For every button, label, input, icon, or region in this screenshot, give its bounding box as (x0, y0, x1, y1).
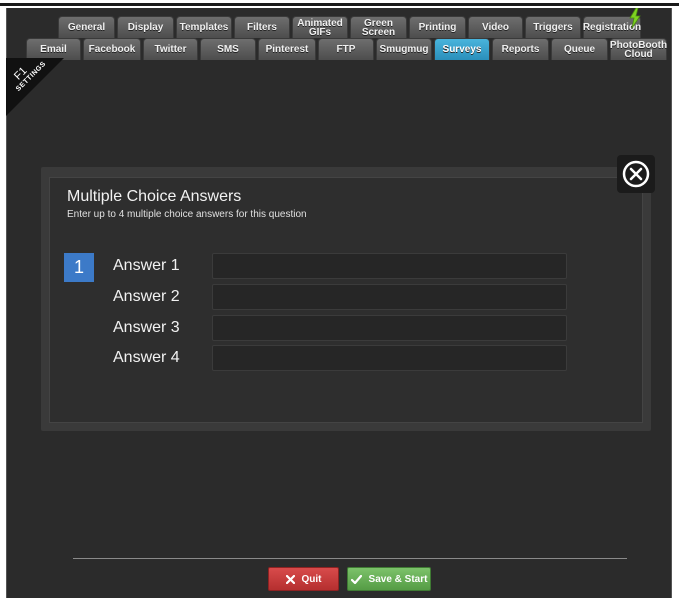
tab-label: Facebook (88, 44, 136, 55)
tab-email[interactable]: Email (26, 38, 81, 60)
tab-filters[interactable]: Filters (234, 16, 290, 38)
dialog-subtitle: Enter up to 4 multiple choice answers fo… (67, 209, 307, 220)
checkmark-icon (350, 574, 362, 584)
question-number-badge: 1 (64, 253, 94, 282)
tab-label: Video (481, 22, 510, 33)
quit-label: Quit (301, 573, 322, 585)
tab-queue[interactable]: Queue (551, 38, 608, 60)
tab-ftp[interactable]: FTP (318, 38, 374, 60)
tab-label: Smugmug (379, 44, 429, 55)
close-button[interactable] (617, 155, 655, 193)
answer-3-input[interactable] (212, 315, 567, 341)
tab-surveys[interactable]: Surveys (434, 38, 490, 60)
window-top-border (0, 3, 679, 6)
footer-divider (73, 558, 627, 559)
tab-label: Green Screen (361, 17, 396, 38)
quit-button[interactable]: Quit (268, 567, 339, 591)
answer-1-label: Answer 1 (113, 257, 180, 274)
tab-label: General (67, 22, 106, 33)
tab-label: Printing (418, 22, 457, 33)
tab-video[interactable]: Video (468, 16, 523, 38)
tab-label: Twitter (154, 44, 187, 55)
answer-2-label: Answer 2 (113, 288, 180, 305)
tab-pinterest[interactable]: Pinterest (258, 38, 316, 60)
tab-printing[interactable]: Printing (409, 16, 466, 38)
close-circle-icon (622, 160, 650, 188)
answer-4-label: Answer 4 (113, 349, 180, 366)
tab-reports[interactable]: Reports (492, 38, 549, 60)
answer-2-input[interactable] (212, 284, 567, 310)
tab-label: Animated GIFs (297, 17, 343, 38)
tab-label: Triggers (533, 22, 573, 33)
tab-label: Pinterest (265, 44, 309, 55)
lightning-download-icon (629, 8, 641, 29)
tab-general[interactable]: General (58, 16, 115, 38)
answer-3-label: Answer 3 (113, 319, 180, 336)
tab-triggers[interactable]: Triggers (525, 16, 581, 38)
tab-facebook[interactable]: Facebook (83, 38, 141, 60)
tab-label: Filters (246, 22, 277, 33)
tab-display[interactable]: Display (117, 16, 174, 38)
save-and-start-button[interactable]: Save & Start (347, 567, 431, 591)
settings-corner-badge[interactable]: F1 SETTINGS (6, 58, 64, 116)
tab-sms[interactable]: SMS (200, 38, 256, 60)
tab-label: PhotoBooth Cloud (609, 39, 668, 60)
tab-label: Display (127, 22, 164, 33)
tab-label: Surveys (442, 44, 482, 55)
x-icon (285, 574, 295, 584)
tab-twitter[interactable]: Twitter (143, 38, 198, 60)
tab-animated-gifs[interactable]: Animated GIFs (292, 16, 348, 38)
tab-photobooth-cloud[interactable]: PhotoBooth Cloud (610, 38, 667, 60)
answer-1-input[interactable] (212, 253, 567, 279)
tab-label: SMS (217, 44, 239, 55)
tab-label: Queue (563, 44, 596, 55)
save-and-start-label: Save & Start (368, 573, 428, 585)
tab-green-screen[interactable]: Green Screen (350, 16, 407, 38)
dialog-title: Multiple Choice Answers (67, 188, 242, 205)
tab-label: FTP (336, 44, 356, 55)
tab-smugmug[interactable]: Smugmug (376, 38, 432, 60)
tab-label: Email (40, 44, 67, 55)
tab-label: Reports (501, 44, 540, 55)
answer-4-input[interactable] (212, 345, 567, 371)
tab-templates[interactable]: Templates (176, 16, 232, 38)
tab-label: Templates (179, 22, 229, 33)
